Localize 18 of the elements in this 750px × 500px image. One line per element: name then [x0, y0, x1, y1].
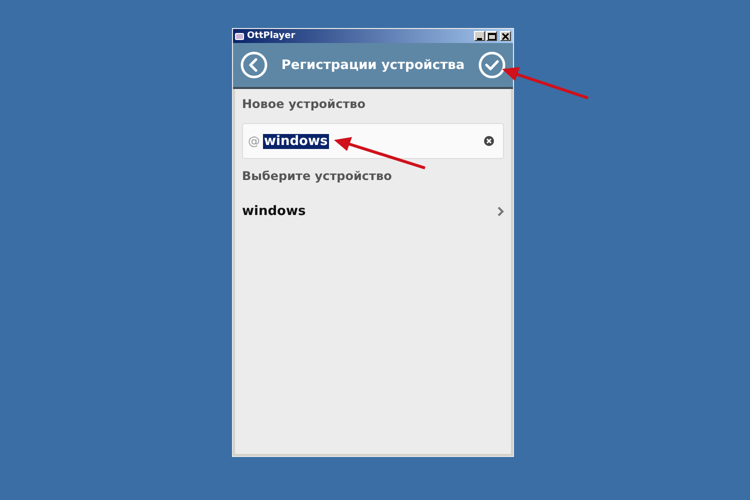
- window-title: OttPlayer: [247, 31, 296, 41]
- field-value: windows: [263, 134, 329, 148]
- close-button[interactable]: [500, 31, 511, 41]
- back-button[interactable]: [240, 51, 268, 79]
- maximize-button[interactable]: [486, 31, 497, 41]
- app-icon: [235, 32, 244, 40]
- device-name-field[interactable]: @ windows: [242, 123, 504, 159]
- confirm-button[interactable]: [478, 51, 506, 79]
- section-label: Новое устройство: [242, 97, 366, 113]
- minimize-button[interactable]: [474, 31, 485, 41]
- clear-icon[interactable]: [484, 136, 494, 146]
- device-list-item[interactable]: windows: [242, 199, 504, 223]
- at-sign: @: [248, 134, 260, 148]
- close-icon: [502, 32, 509, 40]
- chevron-icon: [497, 206, 504, 216]
- section-label: Выберите устройство: [242, 169, 393, 185]
- screen-title: Регистрации устройства: [281, 58, 465, 72]
- maximize-icon: [488, 32, 496, 40]
